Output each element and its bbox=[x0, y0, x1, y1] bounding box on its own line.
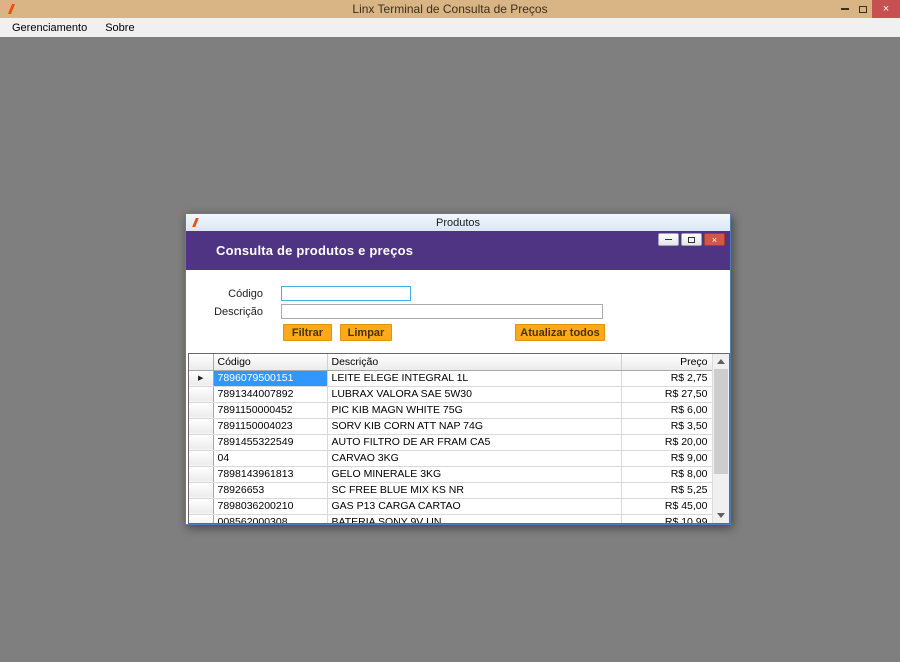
menubar: Gerenciamento Sobre bbox=[0, 18, 900, 37]
grid-header-row: Código Descrição Preço bbox=[189, 354, 713, 371]
cell-descricao[interactable]: PIC KIB MAGN WHITE 75G bbox=[327, 402, 622, 419]
grid-row[interactable]: 7891150004023 SORV KIB CORN ATT NAP 74G R$… bbox=[189, 418, 713, 435]
produtos-titlebar[interactable]: Produtos bbox=[186, 214, 730, 231]
cell-descricao[interactable]: SORV KIB CORN ATT NAP 74G bbox=[327, 418, 622, 435]
cell-codigo[interactable]: 7898143961813 bbox=[213, 466, 328, 483]
produtos-restore-button[interactable] bbox=[681, 233, 702, 246]
cell-preco[interactable]: R$ 8,00 bbox=[621, 466, 713, 483]
cell-descricao[interactable]: BATERIA SONY 9V UN bbox=[327, 514, 622, 523]
produtos-window-icon bbox=[191, 217, 200, 228]
cell-codigo[interactable]: 78926653 bbox=[213, 482, 328, 499]
scroll-up-button[interactable] bbox=[713, 354, 729, 369]
menu-item-sobre[interactable]: Sobre bbox=[96, 18, 143, 37]
cell-preco[interactable]: R$ 6,00 bbox=[621, 402, 713, 419]
cell-codigo[interactable]: 7891344007892 bbox=[213, 386, 328, 403]
grid-row[interactable]: 008562000308 BATERIA SONY 9V UN R$ 10,99 bbox=[189, 514, 713, 523]
grid-row[interactable]: ▶ 7896079500151 LEITE ELEGE INTEGRAL 1L R$ … bbox=[189, 370, 713, 387]
cell-codigo[interactable]: 7891150000452 bbox=[213, 402, 328, 419]
cell-descricao[interactable]: SC FREE BLUE MIX KS NR bbox=[327, 482, 622, 499]
scroll-down-button[interactable] bbox=[713, 508, 729, 523]
produtos-close-button[interactable]: × bbox=[704, 233, 725, 246]
app-window: Linx Terminal de Consulta de Preços × Ge… bbox=[0, 0, 900, 662]
consulta-header-title: Consulta de produtos e preços bbox=[216, 243, 414, 258]
row-header-cell[interactable] bbox=[189, 434, 214, 451]
cell-codigo[interactable]: 008562000308 bbox=[213, 514, 328, 523]
cell-preco[interactable]: R$ 2,75 bbox=[621, 370, 713, 387]
close-button[interactable]: × bbox=[872, 0, 900, 18]
linx-logo-icon bbox=[6, 3, 16, 15]
cell-codigo[interactable]: 7891150004023 bbox=[213, 418, 328, 435]
products-grid: Código Descrição Preço ▶ 7896079500151 LEI… bbox=[188, 353, 730, 524]
grid-row[interactable]: 7898143961813 GELO MINERALE 3KG R$ 8,00 bbox=[189, 466, 713, 483]
row-header-cell[interactable] bbox=[189, 482, 214, 499]
grid-row[interactable]: 7891455322549 AUTO FILTRO DE AR FRAM CA5 R… bbox=[189, 434, 713, 451]
grid-corner-header[interactable] bbox=[189, 354, 214, 371]
cell-descricao[interactable]: GAS P13 CARGA CARTAO bbox=[327, 498, 622, 515]
descricao-input[interactable] bbox=[281, 304, 603, 319]
window-controls: × bbox=[836, 0, 900, 18]
cell-preco[interactable]: R$ 5,25 bbox=[621, 482, 713, 499]
cell-descricao[interactable]: LEITE ELEGE INTEGRAL 1L bbox=[327, 370, 622, 387]
minimize-button[interactable] bbox=[836, 0, 854, 18]
limpar-button[interactable]: Limpar bbox=[340, 324, 392, 341]
cell-codigo[interactable]: 7898036200210 bbox=[213, 498, 328, 515]
arrow-up-icon bbox=[717, 359, 725, 364]
minimize-icon bbox=[665, 239, 672, 240]
produtos-window-controls: × bbox=[658, 233, 725, 246]
grid-row[interactable]: 7898036200210 GAS P13 CARGA CARTAO R$ 45,0… bbox=[189, 498, 713, 515]
row-header-cell[interactable] bbox=[189, 466, 214, 483]
column-header-codigo[interactable]: Código bbox=[213, 354, 328, 371]
produtos-window-title: Produtos bbox=[435, 216, 481, 229]
row-header-cell[interactable] bbox=[189, 450, 214, 467]
row-header-cell[interactable] bbox=[189, 514, 214, 523]
consulta-header-band: Consulta de produtos e preços bbox=[186, 231, 730, 270]
cell-preco[interactable]: R$ 9,00 bbox=[621, 450, 713, 467]
grid-row[interactable]: 04 CARVAO 3KG R$ 9,00 bbox=[189, 450, 713, 467]
cell-descricao[interactable]: GELO MINERALE 3KG bbox=[327, 466, 622, 483]
descricao-label: Descrição bbox=[214, 306, 263, 318]
main-titlebar: Linx Terminal de Consulta de Preços × bbox=[0, 0, 900, 18]
row-header-cell[interactable] bbox=[189, 498, 214, 515]
codigo-input[interactable] bbox=[281, 286, 411, 301]
codigo-label: Código bbox=[228, 288, 263, 300]
close-icon: × bbox=[882, 3, 890, 15]
grid-row[interactable]: 7891150000452 PIC KIB MAGN WHITE 75G R$ 6,… bbox=[189, 402, 713, 419]
row-header-cell[interactable]: ▶ bbox=[189, 370, 214, 387]
produtos-window: Produtos × Consulta de produtos e preços… bbox=[185, 213, 731, 525]
filtrar-button[interactable]: Filtrar bbox=[283, 324, 332, 341]
arrow-down-icon bbox=[717, 513, 725, 518]
main-window-title: Linx Terminal de Consulta de Preços bbox=[352, 2, 548, 16]
column-header-descricao[interactable]: Descrição bbox=[327, 354, 622, 371]
products-table: Código Descrição Preço ▶ 7896079500151 LEI… bbox=[189, 354, 713, 523]
produtos-minimize-button[interactable] bbox=[658, 233, 679, 246]
cell-descricao[interactable]: AUTO FILTRO DE AR FRAM CA5 bbox=[327, 434, 622, 451]
current-row-arrow-icon: ▶ bbox=[198, 375, 204, 382]
maximize-icon bbox=[859, 5, 867, 13]
cell-codigo[interactable]: 04 bbox=[213, 450, 328, 467]
cell-preco[interactable]: R$ 3,50 bbox=[621, 418, 713, 435]
grid-row[interactable]: 78926653 SC FREE BLUE MIX KS NR R$ 5,25 bbox=[189, 482, 713, 499]
cell-codigo[interactable]: 7891455322549 bbox=[213, 434, 328, 451]
row-header-cell[interactable] bbox=[189, 386, 214, 403]
atualizar-todos-button[interactable]: Atualizar todos bbox=[515, 324, 605, 341]
cell-descricao[interactable]: CARVAO 3KG bbox=[327, 450, 622, 467]
vertical-scrollbar[interactable] bbox=[712, 354, 729, 523]
grid-row[interactable]: 7891344007892 LUBRAX VALORA SAE 5W30 R$ 27… bbox=[189, 386, 713, 403]
close-icon: × bbox=[711, 234, 718, 245]
row-header-cell[interactable] bbox=[189, 402, 214, 419]
cell-descricao[interactable]: LUBRAX VALORA SAE 5W30 bbox=[327, 386, 622, 403]
cell-preco[interactable]: R$ 45,00 bbox=[621, 498, 713, 515]
scrollbar-thumb[interactable] bbox=[714, 369, 728, 474]
restore-icon bbox=[688, 236, 695, 243]
row-header-cell[interactable] bbox=[189, 418, 214, 435]
cell-codigo[interactable]: 7896079500151 bbox=[213, 370, 328, 387]
minimize-icon bbox=[841, 8, 849, 10]
column-header-preco[interactable]: Preço bbox=[621, 354, 713, 371]
maximize-button[interactable] bbox=[854, 0, 872, 18]
cell-preco[interactable]: R$ 20,00 bbox=[621, 434, 713, 451]
cell-preco[interactable]: R$ 27,50 bbox=[621, 386, 713, 403]
menu-item-gerenciamento[interactable]: Gerenciamento bbox=[3, 18, 96, 37]
cell-preco[interactable]: R$ 10,99 bbox=[621, 514, 713, 523]
